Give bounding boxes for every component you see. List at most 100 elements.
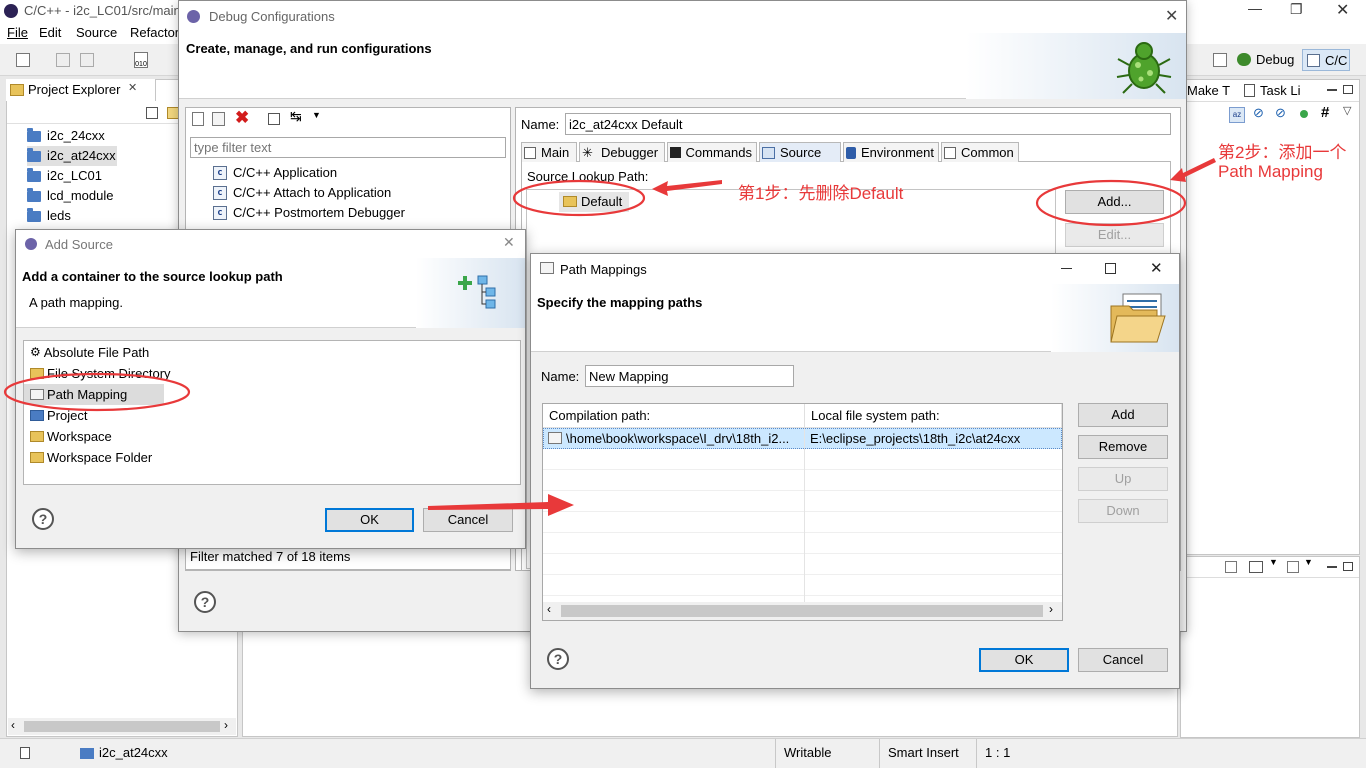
minimize-console-icon[interactable] [1327, 566, 1337, 568]
project-explorer-title: Project Explorer [28, 82, 121, 97]
add-source-ok-button[interactable]: OK [325, 508, 414, 532]
tab-commands[interactable]: Commands [667, 142, 757, 162]
tab-main[interactable]: Main [521, 142, 577, 162]
config-filter-input[interactable] [190, 137, 506, 158]
add-source-button[interactable]: Add... [1065, 190, 1164, 214]
pm-minimize-icon[interactable] [1061, 268, 1072, 269]
new-icon[interactable] [16, 53, 30, 67]
table-scroll-thumb[interactable] [561, 605, 1043, 617]
tab-common[interactable]: Common [941, 142, 1019, 162]
container-item-project[interactable]: Project [24, 405, 520, 426]
column-compilation-path[interactable]: Compilation path: [543, 404, 805, 428]
save-icon[interactable] [56, 53, 70, 67]
table-row[interactable]: \home\book\workspace\I_drv\18th_i2... E:… [543, 428, 1062, 449]
filter-menu-icon[interactable]: ▼ [312, 110, 321, 120]
hide-static-icon[interactable]: ⊘ [1275, 105, 1286, 121]
container-item-label: Path Mapping [47, 387, 128, 402]
duplicate-config-icon[interactable] [212, 112, 225, 126]
container-item-workspace-folder[interactable]: Workspace Folder [24, 447, 520, 468]
debug-help-icon[interactable]: ? [194, 591, 216, 613]
mapping-down-button[interactable]: Down [1078, 499, 1168, 523]
hide-fields-icon[interactable]: ⊘ [1253, 105, 1264, 121]
debug-bug-icon [1116, 42, 1172, 94]
filter-configs-icon[interactable]: ↹ [290, 108, 302, 125]
close-window-icon[interactable]: ✕ [1336, 0, 1349, 20]
container-item-path-mapping[interactable]: Path Mapping [24, 384, 164, 405]
hide-nonpublic-icon[interactable] [1300, 110, 1308, 118]
new-config-icon[interactable] [192, 112, 204, 126]
scroll-thumb[interactable] [24, 721, 220, 732]
status-new-icon [20, 747, 30, 759]
minimize-view-icon[interactable] [1327, 89, 1337, 91]
explorer-hscrollbar[interactable]: ‹ › [8, 718, 236, 735]
delete-config-icon[interactable]: ✖ [235, 108, 249, 128]
pin-console-icon[interactable] [1225, 561, 1237, 573]
container-item-file-system-dir[interactable]: File System Directory [24, 363, 520, 384]
collapse-all-icon[interactable] [146, 107, 158, 119]
mapping-table-hscrollbar[interactable]: ‹ › [543, 602, 1062, 620]
minimize-icon[interactable]: — [1248, 0, 1262, 16]
project-item-selected[interactable]: i2c_at24cxx [27, 146, 117, 166]
config-type-item[interactable]: c C/C++ Postmortem Debugger [213, 203, 493, 223]
open-console-icon[interactable] [1287, 561, 1299, 573]
edit-source-button[interactable]: Edit... [1065, 223, 1164, 247]
explorer-icon [10, 84, 24, 96]
debug-perspective-button[interactable]: Debug [1256, 52, 1294, 67]
console-dropdown-icon[interactable]: ▼ [1269, 557, 1278, 567]
tab-task-list[interactable]: Task Li [1260, 83, 1300, 98]
menu-refactor[interactable]: Refactor [130, 25, 179, 40]
column-divider [804, 428, 805, 603]
display-console-icon[interactable] [1249, 561, 1263, 573]
table-scroll-left-icon[interactable]: ‹ [547, 602, 551, 616]
column-local-path[interactable]: Local file system path: [805, 404, 1062, 428]
config-type-item[interactable]: c C/C++ Attach to Application [213, 183, 493, 203]
add-source-close-icon[interactable]: ✕ [503, 234, 515, 251]
path-mappings-help-icon[interactable]: ? [547, 648, 569, 670]
filter-matched-status: Filter matched 7 of 18 items [190, 549, 351, 564]
add-source-cancel-button[interactable]: Cancel [423, 508, 513, 532]
mapping-add-button[interactable]: Add [1078, 403, 1168, 427]
container-item-absolute-path[interactable]: ⚙ Absolute File Path [24, 342, 520, 363]
tab-environment[interactable]: Environment [843, 142, 939, 162]
scroll-left-icon[interactable]: ‹ [11, 718, 15, 732]
maximize-view-icon[interactable] [1343, 85, 1353, 94]
table-scroll-right-icon[interactable]: › [1049, 602, 1053, 616]
add-source-help-icon[interactable]: ? [32, 508, 54, 530]
scroll-right-icon[interactable]: › [224, 718, 228, 732]
path-mappings-ok-button[interactable]: OK [979, 648, 1069, 672]
hash-define-icon[interactable]: # [1321, 104, 1329, 121]
menu-file[interactable]: File [7, 25, 28, 40]
tab-source[interactable]: Source [759, 142, 841, 162]
source-entry-default[interactable]: Default [559, 192, 629, 212]
menu-source[interactable]: Source [76, 25, 117, 40]
debug-dialog-close-icon[interactable]: ✕ [1165, 6, 1178, 26]
maximize-console-icon[interactable] [1343, 562, 1353, 571]
mapping-remove-button[interactable]: Remove [1078, 435, 1168, 459]
container-item-workspace[interactable]: Workspace [24, 426, 520, 447]
restore-icon[interactable]: ❐ [1290, 1, 1303, 18]
project-folder-icon [27, 167, 41, 182]
menu-edit[interactable]: Edit [39, 25, 61, 40]
pm-close-icon[interactable]: ✕ [1150, 259, 1163, 277]
sort-icon[interactable]: az [1229, 107, 1245, 123]
source-entry-label: Default [581, 194, 623, 209]
tab-make-targets[interactable]: Make T [1187, 83, 1230, 98]
tab-debugger[interactable]: ✳ Debugger [579, 142, 665, 162]
config-type-item[interactable]: c C/C++ Application [213, 163, 493, 183]
mapping-up-button[interactable]: Up [1078, 467, 1168, 491]
binary-icon[interactable]: 010 [134, 52, 148, 68]
path-mapping-icon [30, 389, 44, 400]
save-all-icon[interactable] [80, 53, 94, 67]
eclipse-logo-icon [4, 4, 18, 18]
config-name-input[interactable] [565, 113, 1171, 135]
close-tab-icon[interactable]: ✕ [128, 81, 137, 94]
project-explorer-tab[interactable]: Project Explorer ✕ [6, 79, 156, 101]
path-mappings-cancel-button[interactable]: Cancel [1078, 648, 1168, 672]
empty-row [543, 491, 1062, 512]
mapping-name-input[interactable] [585, 365, 794, 387]
open-console-dropdown-icon[interactable]: ▼ [1304, 557, 1313, 567]
open-perspective-icon[interactable] [1213, 53, 1227, 67]
pm-maximize-icon[interactable] [1105, 263, 1116, 274]
view-menu-icon[interactable]: ▽ [1343, 104, 1351, 117]
collapse-configs-icon[interactable] [268, 113, 280, 125]
